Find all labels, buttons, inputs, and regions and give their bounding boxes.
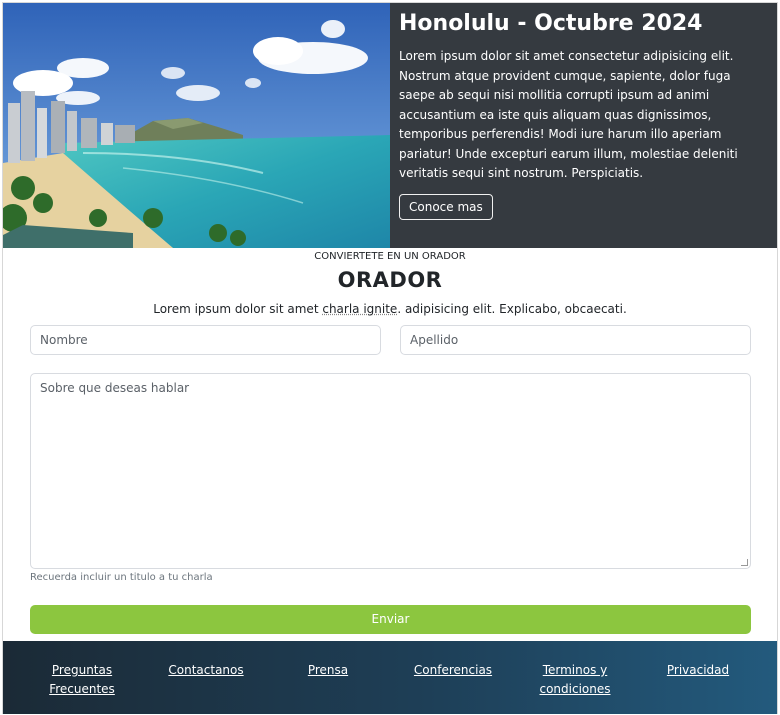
- footer-link-terms[interactable]: Terminos y condiciones: [533, 661, 617, 699]
- learn-more-button[interactable]: Conoce mas: [399, 193, 493, 220]
- form-lead-end: . adipisicing elit. Explicabo, obcaecati…: [397, 302, 627, 316]
- resize-handle-icon[interactable]: [741, 559, 748, 566]
- footer-link-faq[interactable]: Preguntas Frecuentes: [43, 661, 121, 699]
- footer-link-press[interactable]: Prensa: [298, 661, 358, 680]
- topic-textarea-placeholder: Sobre que deseas hablar: [40, 381, 190, 395]
- footer-link-conferences[interactable]: Conferencias: [408, 661, 498, 680]
- hero-info-panel: Honolulu - Octubre 2024 Lorem ipsum dolo…: [390, 3, 777, 248]
- help-text: Recuerda incluir un titulo a tu charla: [30, 572, 213, 583]
- form-title: ORADOR: [337, 268, 443, 292]
- apellido-input[interactable]: Apellido: [400, 325, 751, 355]
- nombre-input[interactable]: Nombre: [30, 325, 381, 355]
- form-overline: CONVIERTETE EN UN ORADOR: [314, 251, 466, 262]
- topic-textarea[interactable]: Sobre que deseas hablar: [30, 373, 751, 569]
- footer-link-contact[interactable]: Contactanos: [161, 661, 251, 680]
- hero-title: Honolulu - Octubre 2024: [399, 11, 703, 36]
- submit-button[interactable]: Enviar: [30, 605, 751, 634]
- hero-description: Lorem ipsum dolor sit amet consectetur a…: [399, 49, 738, 180]
- hero-section: Honolulu - Octubre 2024 Lorem ipsum dolo…: [3, 3, 777, 248]
- honolulu-beach-image: [3, 3, 390, 248]
- form-lead-start: Lorem ipsum dolor sit amet: [153, 302, 323, 316]
- footer: Preguntas Frecuentes Contactanos Prensa …: [3, 641, 777, 714]
- form-lead: Lorem ipsum dolor sit amet charla ignite…: [0, 302, 780, 316]
- footer-link-privacy[interactable]: Privacidad: [661, 661, 735, 680]
- form-lead-highlight: charla ignite: [322, 302, 398, 316]
